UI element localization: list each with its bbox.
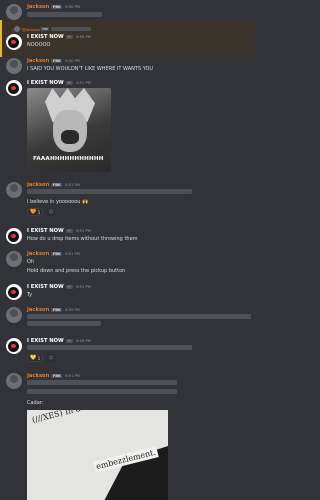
server-tag: FBK — [51, 374, 63, 378]
message-text: Oh — [27, 259, 35, 265]
message-header: Jackson FBK 6:50 PM — [27, 4, 80, 10]
author-name[interactable]: I EXIST NOW — [27, 284, 64, 290]
reaction-emoji: 🧡 — [30, 209, 37, 215]
timestamp: 6:53 PM — [76, 339, 91, 343]
smiley-plus-icon: ☺ — [48, 209, 54, 215]
avatar[interactable] — [6, 251, 22, 267]
avatar[interactable] — [6, 34, 22, 50]
message-header: I EXIST NOW 🎮 6:53 PM — [27, 338, 91, 344]
message-header: I EXIST NOW 🎮 6:51 PM — [27, 284, 91, 290]
author-name[interactable]: I EXIST NOW — [27, 228, 64, 234]
author-name[interactable]: I EXIST NOW — [27, 34, 64, 40]
reply-tag: FBK — [41, 27, 50, 31]
avatar[interactable] — [6, 182, 22, 198]
reply-preview[interactable]: @Jackson FBK — [14, 26, 92, 32]
server-tag: 🎮 — [65, 339, 74, 343]
avatar[interactable] — [6, 338, 22, 354]
server-tag: FBK — [51, 59, 63, 63]
avatar[interactable] — [6, 4, 22, 20]
timestamp: 6:51 PM — [65, 374, 80, 378]
timestamp: 6:50 PM — [65, 5, 80, 9]
image-attachment[interactable]: (///XES) In a ruling last embezzlement. — [27, 410, 168, 500]
message-text: Cadar: — [27, 400, 44, 406]
timestamp: 6:51 PM — [76, 81, 91, 85]
message-text: How do u drop items without throwing the… — [27, 236, 138, 242]
timestamp: 6:51 PM — [65, 252, 80, 256]
server-tag: FBK — [51, 183, 63, 187]
server-tag: FBK — [51, 5, 63, 9]
avatar[interactable] — [6, 58, 22, 74]
redacted-text — [27, 345, 192, 350]
gif-attachment[interactable]: FAAAHHHHHHHHHHH — [27, 88, 111, 172]
reply-redacted-text — [51, 27, 92, 31]
reaction-emoji: 💛 — [30, 355, 37, 361]
reaction-count: 1 — [37, 209, 41, 215]
timestamp: 6:51 PM — [65, 183, 80, 187]
redacted-text — [27, 389, 177, 394]
author-name[interactable]: Jackson — [27, 307, 49, 313]
message-header: Jackson FBK 6:50 PM — [27, 58, 80, 64]
message-text: NOOOOO — [27, 42, 51, 48]
gif-caption: FAAAHHHHHHHHHHH — [33, 156, 104, 162]
redacted-text — [27, 380, 177, 385]
message-header: Jackson FBK 6:51 PM — [27, 182, 80, 188]
author-name[interactable]: Jackson — [27, 251, 49, 257]
redacted-text — [27, 189, 192, 194]
add-reaction-button[interactable]: ☺ — [47, 208, 55, 216]
message-text: Ty — [27, 292, 33, 298]
avatar[interactable] — [6, 80, 22, 96]
author-name[interactable]: Jackson — [27, 182, 49, 188]
avatar[interactable] — [6, 228, 22, 244]
server-tag: FBK — [51, 308, 63, 312]
author-name[interactable]: Jackson — [27, 58, 49, 64]
timestamp: 6:51 PM — [76, 285, 91, 289]
server-tag: FBK — [51, 252, 63, 256]
avatar[interactable] — [6, 307, 22, 323]
redacted-text — [27, 321, 101, 326]
author-name[interactable]: I EXIST NOW — [27, 80, 64, 86]
reply-avatar — [14, 26, 20, 32]
server-tag: 🎮 — [65, 35, 74, 39]
server-tag: 🎮 — [65, 285, 74, 289]
timestamp: 6:50 PM — [65, 59, 80, 63]
message-text: Hold down and press the pickup button — [27, 268, 126, 274]
redacted-text — [27, 12, 102, 17]
author-name[interactable]: Jackson — [27, 4, 49, 10]
author-name[interactable]: I EXIST NOW — [27, 338, 64, 344]
avatar[interactable] — [6, 284, 22, 300]
reaction-count: 1 — [37, 355, 41, 361]
message-header: I EXIST NOW 🎮 6:51 PM — [27, 228, 91, 234]
smiley-plus-icon: ☺ — [48, 355, 54, 361]
timestamp: 6:59 PM — [65, 308, 80, 312]
timestamp: 6:51 PM — [76, 229, 91, 233]
message-header: Jackson FBK 6:51 PM — [27, 373, 80, 379]
message-header: I EXIST NOW 🎮 6:51 PM — [27, 80, 91, 86]
message-text: I SAID YOU WOULDN'T LIKE WHERE IT WANTS … — [27, 66, 154, 72]
message-header: I EXIST NOW 🎮 6:50 PM — [27, 34, 91, 40]
server-tag: 🎮 — [65, 81, 74, 85]
message-text: I believe in yoooooou 🙌 — [27, 199, 89, 205]
reaction-chip[interactable]: 💛 1 — [27, 354, 44, 362]
author-name[interactable]: Jackson — [27, 373, 49, 379]
message-header: Jackson FBK 6:59 PM — [27, 307, 80, 313]
redacted-text — [27, 314, 251, 319]
add-reaction-button[interactable]: ☺ — [47, 354, 55, 362]
timestamp: 6:50 PM — [76, 35, 91, 39]
gif-character-mouth — [61, 130, 79, 144]
server-tag: 🎮 — [65, 229, 74, 233]
message-header: Jackson FBK 6:51 PM — [27, 251, 80, 257]
reply-author: @Jackson — [22, 26, 41, 32]
reaction-chip[interactable]: 🧡 1 — [27, 208, 44, 216]
avatar[interactable] — [6, 373, 22, 389]
